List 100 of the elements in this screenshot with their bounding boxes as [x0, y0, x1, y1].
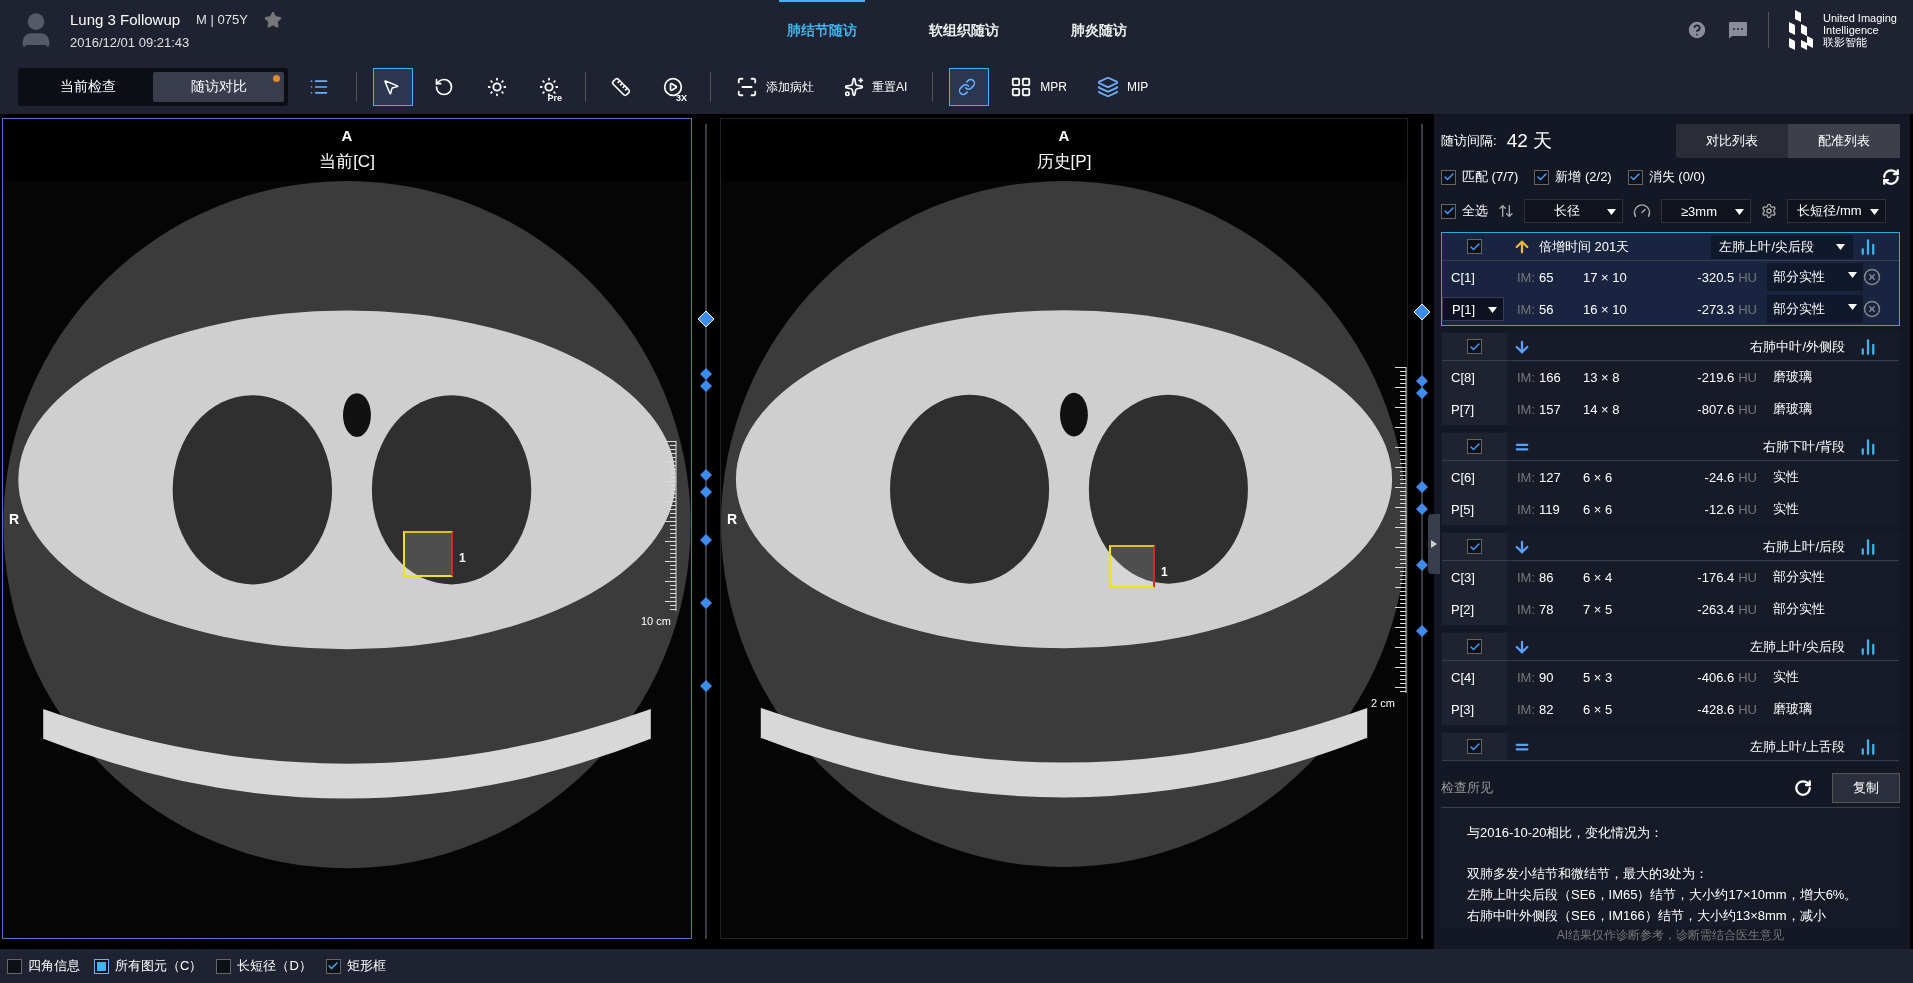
checkbox[interactable]	[1441, 203, 1456, 219]
nodule-card[interactable]: 右肺下叶/背段 C[6] IM: 127 6 × 6 -24.6 HU 实性 P[5] IM: 119 6 × 6 -12.6 HU 实性	[1441, 432, 1900, 526]
mode-tab[interactable]: 当前检查	[22, 72, 153, 102]
module-tab[interactable]: 肺炎随访	[1062, 0, 1135, 60]
image-viewport[interactable]: A 历史[P] R 1 2 cm	[720, 118, 1408, 939]
slice-marker[interactable]	[1416, 625, 1428, 637]
mpr-tool-button[interactable]: MPR	[1001, 68, 1076, 106]
slice-marker[interactable]	[700, 534, 712, 546]
help-icon[interactable]	[1686, 19, 1708, 41]
pointer-tool-button[interactable]	[373, 68, 413, 106]
nodule-id: C[8]	[1451, 369, 1475, 385]
orientation-label: A	[341, 127, 353, 144]
chart-icon[interactable]	[1859, 337, 1877, 356]
slice-marker[interactable]	[700, 368, 712, 380]
image-number: 90	[1539, 669, 1554, 685]
slice-marker[interactable]	[700, 597, 712, 609]
slice-marker[interactable]	[1414, 304, 1430, 320]
ai-tool-button[interactable]: 重置AI	[835, 68, 917, 106]
checkbox[interactable]	[1467, 739, 1482, 754]
nodule-card[interactable]: 倍增时间 201天 左肺上叶/尖后段 C[1] IM: 65 17 × 10 -320.5 HU 部分实性 P[1] IM: 56 16 × 10 -273.3 HU 部分实性	[1441, 232, 1900, 326]
findings-title: 检查所见	[1441, 778, 1493, 797]
nodule-type: 实性	[1772, 468, 1800, 486]
findings-text: 右肺中叶外侧段（SE6，IM166）结节，大小约13×8mm，减小	[1467, 907, 1827, 925]
slice-marker[interactable]	[1416, 559, 1428, 571]
checkbox[interactable]	[94, 958, 109, 974]
remove-icon[interactable]	[1863, 268, 1881, 286]
gauge-icon	[1633, 202, 1651, 220]
checkbox[interactable]	[1441, 169, 1456, 185]
cine-tool-button[interactable]: 3X	[654, 68, 694, 106]
slice-marker[interactable]	[698, 311, 714, 327]
checkbox[interactable]	[1467, 539, 1482, 554]
notification-dot	[273, 75, 280, 82]
slice-marker[interactable]	[1416, 375, 1428, 387]
image-number: 78	[1539, 601, 1554, 617]
slice-marker[interactable]	[700, 469, 712, 481]
mode-tab[interactable]: 随访对比	[153, 72, 284, 102]
type-dropdown[interactable]: 部分实性	[1767, 263, 1863, 291]
collapse-handle[interactable]	[1428, 514, 1440, 574]
list-tab[interactable]: 配准列表	[1788, 124, 1900, 158]
module-tab[interactable]: 软组织随访	[920, 0, 1007, 60]
sort-dropdown[interactable]: 长径	[1524, 199, 1623, 223]
refresh-icon[interactable]	[1794, 778, 1812, 797]
add-tool-button[interactable]: 添加病灶	[727, 68, 823, 106]
copy-button[interactable]: 复制	[1832, 772, 1900, 803]
image-number-label: IM:	[1517, 569, 1536, 585]
threshold-dropdown[interactable]: ≥3mm	[1661, 199, 1751, 223]
filter-label: 消失 (0/0)	[1648, 168, 1706, 186]
caret-icon	[1735, 209, 1744, 215]
nodule-card[interactable]: 右肺上叶/后段 C[3] IM: 86 6 × 4 -176.4 HU 部分实性 P[2] IM: 78 7 × 5 -263.4 HU 部分实性	[1441, 532, 1900, 626]
image-number: 86	[1539, 569, 1554, 585]
list-icon	[309, 77, 329, 97]
sort-icon[interactable]	[1498, 203, 1514, 219]
list-tab[interactable]: 对比列表	[1676, 124, 1788, 158]
refresh-icon[interactable]	[1882, 168, 1900, 186]
chart-icon[interactable]	[1859, 637, 1877, 656]
density-value: -807.6	[1697, 401, 1735, 417]
orientation-label: R	[9, 511, 20, 527]
location-dropdown[interactable]: 左肺上叶/尖后段	[1711, 234, 1853, 259]
slice-marker[interactable]	[700, 680, 712, 692]
remove-icon[interactable]	[1863, 300, 1881, 318]
checkbox[interactable]	[216, 958, 232, 974]
image-viewport[interactable]: A 当前[C] R 1 10 cm	[2, 118, 692, 939]
unit-dropdown[interactable]: 长短径/mm	[1787, 199, 1886, 223]
checkbox[interactable]	[325, 958, 341, 974]
checkbox[interactable]	[1467, 439, 1482, 454]
slice-marker[interactable]	[1416, 503, 1428, 515]
nodule-type: 实性	[1772, 668, 1800, 686]
slice-marker[interactable]	[700, 380, 712, 392]
nodule-card[interactable]: 右肺中叶/外侧段 C[8] IM: 166 13 × 8 -219.6 HU 磨玻璃 P[7] IM: 157 14 × 8 -807.6 HU 磨玻璃	[1441, 332, 1900, 426]
lesion-marker[interactable]	[1109, 545, 1155, 588]
match-dropdown[interactable]: P[1]	[1442, 297, 1504, 321]
checkbox[interactable]	[1467, 339, 1482, 354]
lesion-marker[interactable]	[403, 531, 453, 577]
type-dropdown[interactable]: 部分实性	[1767, 295, 1863, 323]
chart-icon[interactable]	[1859, 437, 1877, 456]
settings-icon[interactable]	[1761, 203, 1777, 219]
link-tool-button[interactable]	[949, 68, 990, 106]
chart-icon[interactable]	[1859, 537, 1877, 556]
chart-icon[interactable]	[1859, 737, 1877, 756]
density-value: -263.4	[1697, 601, 1735, 617]
checkbox[interactable]	[1467, 239, 1482, 254]
link-icon	[958, 78, 977, 96]
slice-marker[interactable]	[700, 486, 712, 498]
checkbox[interactable]	[1467, 639, 1482, 654]
checkbox[interactable]	[1627, 169, 1643, 185]
nodule-type: 部分实性	[1772, 600, 1826, 618]
star-icon[interactable]	[263, 10, 282, 29]
slice-marker[interactable]	[1416, 387, 1428, 399]
checkbox[interactable]	[1534, 169, 1550, 185]
caret-icon	[1848, 272, 1857, 278]
nodule-card[interactable]: 左肺上叶/尖后段 C[4] IM: 90 5 × 3 -406.6 HU 实性 P[3] IM: 82 6 × 5 -428.6 HU 磨玻璃	[1441, 632, 1900, 726]
nodule-card[interactable]: 左肺上叶/上舌段	[1441, 732, 1900, 762]
module-tab[interactable]: 肺结节随访	[778, 0, 865, 60]
preset-tool-button[interactable]: Pre	[529, 68, 569, 106]
density-value: -273.3	[1697, 301, 1735, 317]
mip-tool-button[interactable]: MIP	[1088, 68, 1158, 106]
chart-icon[interactable]	[1859, 237, 1877, 256]
slice-marker[interactable]	[1416, 481, 1428, 493]
checkbox[interactable]	[7, 958, 22, 974]
filter-label: 匹配 (7/7)	[1462, 168, 1519, 186]
